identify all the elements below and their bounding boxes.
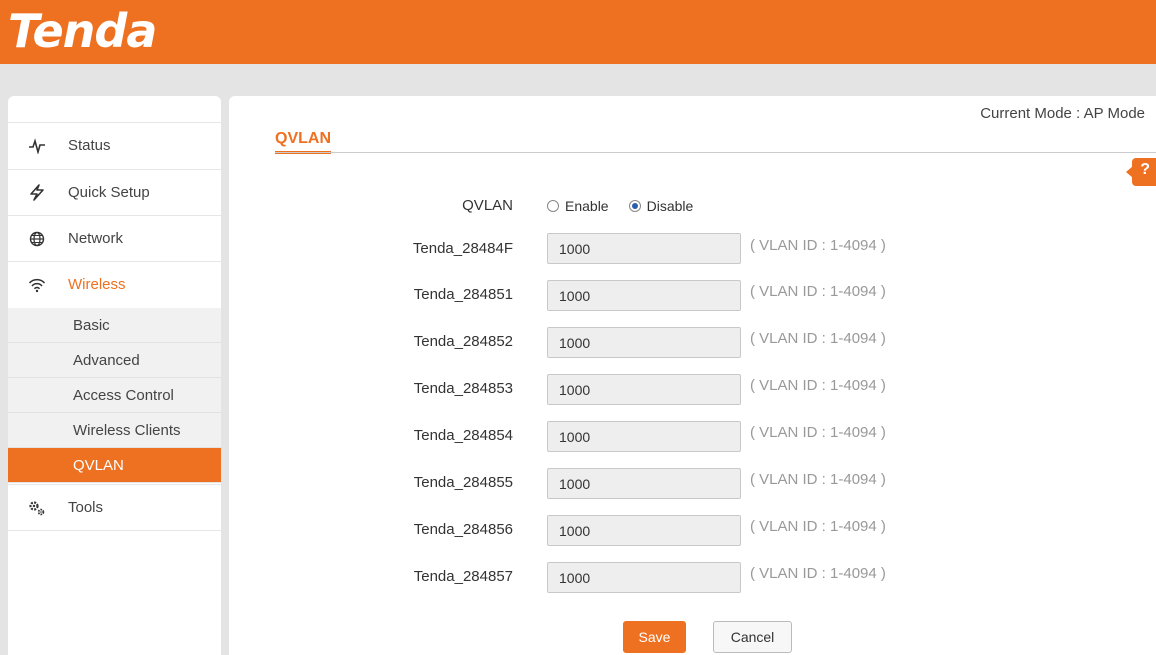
vlan-id-input[interactable] bbox=[547, 515, 741, 546]
ssid-label: Tenda_284857 bbox=[413, 568, 513, 585]
sidebar-item-label: Tools bbox=[68, 499, 104, 516]
help-icon: ? bbox=[1140, 161, 1150, 178]
sidebar-item-wireless[interactable]: Wireless bbox=[8, 261, 221, 307]
top-header: Tenda bbox=[0, 0, 1156, 64]
sidebar-subitem-qvlan[interactable]: QVLAN bbox=[8, 448, 221, 483]
cancel-button[interactable]: Cancel bbox=[713, 621, 792, 653]
sidebar-item-network[interactable]: Network bbox=[8, 215, 221, 261]
vlan-id-hint: ( VLAN ID : 1-4094 ) bbox=[750, 518, 886, 535]
vlan-id-hint: ( VLAN ID : 1-4094 ) bbox=[750, 330, 886, 347]
ssid-label: Tenda_284855 bbox=[413, 474, 513, 491]
globe-icon bbox=[26, 231, 48, 247]
current-mode: Current Mode : AP Mode bbox=[980, 105, 1145, 122]
disable-label[interactable]: Disable bbox=[647, 198, 694, 214]
ssid-label: Tenda_284853 bbox=[413, 380, 513, 397]
lightning-icon bbox=[26, 184, 48, 201]
disable-radio[interactable] bbox=[628, 200, 641, 212]
sidebar-item-quick-setup[interactable]: Quick Setup bbox=[8, 169, 221, 215]
ssid-label: Tenda_284854 bbox=[413, 427, 513, 444]
wifi-icon bbox=[26, 277, 48, 293]
sidebar-item-label: Wireless bbox=[68, 276, 126, 293]
vlan-id-hint: ( VLAN ID : 1-4094 ) bbox=[750, 471, 886, 488]
qvlan-radio-group: Enable Disable bbox=[547, 198, 713, 214]
tenda-logo[interactable]: Tenda bbox=[8, 4, 157, 58]
help-button[interactable]: ? bbox=[1126, 158, 1156, 186]
pulse-icon bbox=[26, 137, 48, 154]
sidebar-item-tools[interactable]: Tools bbox=[8, 484, 221, 530]
vlan-id-input[interactable] bbox=[547, 327, 741, 358]
vlan-id-input[interactable] bbox=[547, 421, 741, 452]
sidebar-item-label: Network bbox=[68, 230, 124, 247]
vlan-id-input[interactable] bbox=[547, 233, 741, 264]
sidebar-subitem-wireless-clients[interactable]: Wireless Clients bbox=[8, 413, 221, 448]
sidebar-item-label: Status bbox=[68, 137, 111, 154]
sidebar-divider bbox=[8, 530, 221, 531]
qvlan-label: QVLAN bbox=[462, 197, 513, 214]
gears-icon bbox=[26, 500, 48, 516]
title-divider bbox=[275, 152, 1156, 153]
vlan-id-hint: ( VLAN ID : 1-4094 ) bbox=[750, 377, 886, 394]
vlan-id-hint: ( VLAN ID : 1-4094 ) bbox=[750, 565, 886, 582]
sidebar-subitem-basic[interactable]: Basic bbox=[8, 308, 221, 343]
sidebar-item-label: Quick Setup bbox=[68, 184, 150, 201]
sidebar-subitem-access-control[interactable]: Access Control bbox=[8, 378, 221, 413]
vlan-id-hint: ( VLAN ID : 1-4094 ) bbox=[750, 237, 886, 254]
enable-radio[interactable] bbox=[547, 200, 559, 212]
ssid-label: Tenda_284856 bbox=[413, 521, 513, 538]
ssid-label: Tenda_28484F bbox=[412, 240, 513, 257]
vlan-id-input[interactable] bbox=[547, 468, 741, 499]
vlan-id-hint: ( VLAN ID : 1-4094 ) bbox=[750, 424, 886, 441]
vlan-id-input[interactable] bbox=[547, 280, 741, 311]
vlan-id-input[interactable] bbox=[547, 562, 741, 593]
sidebar-subitem-advanced[interactable]: Advanced bbox=[8, 343, 221, 378]
enable-label[interactable]: Enable bbox=[565, 198, 609, 214]
sidebar-item-status[interactable]: Status bbox=[8, 122, 221, 168]
main-panel: Current Mode : AP Mode QVLAN ? QVLAN Ena… bbox=[229, 96, 1156, 655]
vlan-id-input[interactable] bbox=[547, 374, 741, 405]
sidebar: Status Quick Setup Network Wireless Basi… bbox=[8, 96, 221, 655]
ssid-label: Tenda_284851 bbox=[413, 286, 513, 303]
ssid-label: Tenda_284852 bbox=[413, 333, 513, 350]
vlan-id-hint: ( VLAN ID : 1-4094 ) bbox=[750, 283, 886, 300]
save-button[interactable]: Save bbox=[623, 621, 686, 653]
page-title: QVLAN bbox=[275, 130, 331, 154]
